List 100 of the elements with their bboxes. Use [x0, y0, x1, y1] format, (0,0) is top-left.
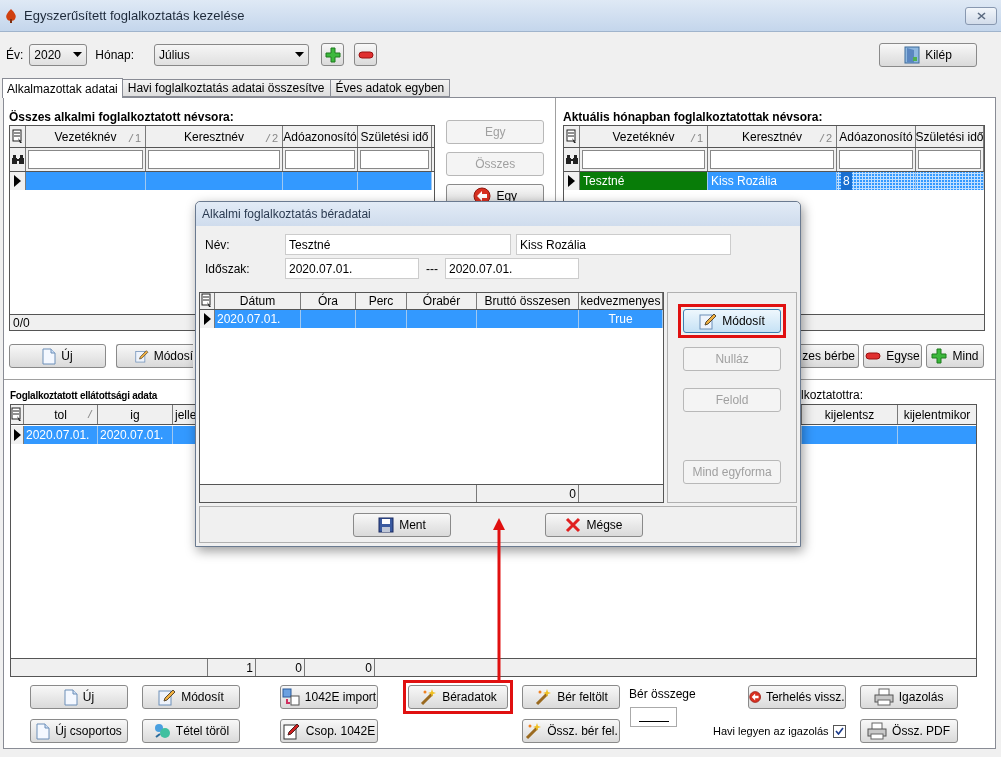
dropdown-caret-icon	[295, 52, 305, 57]
side-button[interactable]: Módosít	[683, 309, 782, 333]
column-header[interactable]: Óra	[301, 293, 356, 309]
section-heading: Összes alkalmi foglalkoztatott névsora:	[9, 109, 235, 125]
save-button[interactable]: Ment	[353, 512, 451, 537]
cancel-button[interactable]: Mégse	[545, 512, 643, 537]
amount-label: Bér összege	[629, 686, 697, 703]
filter-field[interactable]	[148, 150, 280, 169]
column-header[interactable]: Bruttó összesen	[477, 293, 579, 309]
row-pointer-icon	[13, 429, 21, 441]
section-heading: Aktuális hónapban foglalkoztatottak névsora:	[563, 109, 824, 125]
sort-index: 2	[271, 131, 278, 146]
magic-wand-icon	[524, 722, 543, 740]
year-dropdown[interactable]: 2020	[29, 43, 88, 66]
period-start-field[interactable]: 2020.07.01.	[285, 258, 419, 279]
remove-button[interactable]	[354, 43, 378, 66]
wage-data-button[interactable]: Béradatok	[408, 685, 508, 709]
import-button[interactable]: 1042E import	[280, 685, 378, 709]
cancel-x-icon	[565, 516, 582, 533]
column-header[interactable]: Adóazonosító	[837, 126, 916, 147]
plus-icon	[324, 46, 341, 63]
new-group-button[interactable]: Új csoportos	[30, 719, 128, 743]
app-icon	[4, 7, 18, 24]
new-button[interactable]: Új	[9, 344, 106, 368]
filter-field[interactable]	[285, 150, 355, 169]
period-end-field[interactable]: 2020.07.01.	[445, 258, 579, 279]
filter-field[interactable]	[710, 150, 834, 169]
printer-icon	[873, 688, 894, 706]
tab[interactable]: Éves adatok egyben	[329, 79, 451, 97]
reverse-button[interactable]: Terhelés vissz.	[747, 685, 846, 709]
column-chooser-icon[interactable]	[565, 128, 578, 145]
column-header[interactable]: Órabér	[407, 293, 477, 309]
period-label: Időszak:	[205, 260, 251, 278]
table-cell: 8	[837, 172, 916, 190]
dropdown-caret-icon	[73, 52, 83, 57]
checkbox-label: Havi legyen az igazolás	[713, 723, 829, 739]
total-cell: 1	[208, 659, 256, 676]
checkbox[interactable]	[832, 724, 846, 738]
column-header[interactable]: Születési idő	[916, 126, 984, 147]
sort-index: 1	[696, 131, 703, 146]
filter-field[interactable]	[839, 150, 913, 169]
column-header[interactable]: Perc	[356, 293, 407, 309]
month-dropdown[interactable]: Július	[154, 43, 310, 66]
section-heading: lkoztatottra:	[801, 387, 864, 404]
minus-icon	[865, 352, 882, 360]
exit-button[interactable]: Kilép	[879, 42, 977, 67]
filter-field[interactable]	[582, 150, 705, 169]
column-chooser-icon[interactable]	[201, 293, 213, 309]
tab[interactable]: Alkalmazottak adatai	[2, 78, 123, 98]
pencil-icon	[282, 722, 301, 740]
sort-index: 1	[134, 131, 141, 146]
column-chooser-icon[interactable]	[11, 128, 24, 145]
filter-field[interactable]	[918, 150, 981, 169]
delete-item-button[interactable]: Tétel töröl	[142, 719, 240, 743]
document-icon	[36, 722, 51, 740]
document-icon	[63, 688, 78, 706]
group-button[interactable]: Csop. 1042E	[280, 719, 378, 743]
column-header[interactable]: Születési idő	[358, 126, 432, 147]
column-header[interactable]: kijelentmikor	[897, 405, 976, 424]
row-pointer-icon	[14, 175, 21, 187]
total-cell: 0	[305, 659, 375, 676]
row-pointer-icon	[568, 175, 575, 187]
column-header[interactable]: Keresztnév 2	[146, 126, 283, 147]
tab[interactable]: Havi foglalkoztatás adatai összesítve	[121, 79, 331, 97]
add-button[interactable]	[321, 43, 345, 66]
amount-field[interactable]	[630, 707, 677, 727]
transfer-button[interactable]: zes bérbe	[801, 344, 859, 368]
column-header[interactable]: tol	[24, 405, 98, 424]
column-header[interactable]: Adóazonosító	[283, 126, 358, 147]
pdf-button[interactable]: Össz. PDF	[859, 719, 958, 743]
close-button[interactable]	[965, 6, 997, 25]
section-heading: Foglalkoztatott ellátottsági adata	[10, 388, 159, 403]
column-header[interactable]: kedvezmenyes	[579, 293, 663, 309]
record-counter: 0/0	[13, 314, 30, 332]
total-cell: 0	[477, 485, 579, 502]
year-label: Év:	[6, 46, 24, 64]
column-header[interactable]: Vezetéknév 1	[26, 126, 146, 147]
month-label: Hónap:	[95, 46, 135, 64]
column-header[interactable]: Vezetéknév 1	[580, 126, 708, 147]
certificate-button[interactable]: Igazolás	[859, 685, 958, 709]
add-all-button[interactable]: Mind	[926, 344, 984, 368]
column-header[interactable]: Keresztnév 2	[708, 126, 837, 147]
filter-field[interactable]	[360, 150, 429, 169]
magic-wand-icon	[419, 688, 438, 706]
table-cell: 2020.07.01.	[98, 426, 173, 444]
edit-button[interactable]: Módosí	[116, 344, 193, 368]
total-wage-button[interactable]: Össz. bér fel.	[522, 719, 620, 743]
pencil-icon	[699, 312, 718, 330]
filter-field[interactable]	[28, 150, 143, 169]
column-header[interactable]: ig	[98, 405, 173, 424]
column-header[interactable]: Dátum	[215, 293, 301, 309]
column-chooser-icon[interactable]	[11, 406, 23, 423]
plus-icon	[931, 348, 948, 364]
window-title: Egyszerűsített foglalkoztatás kezelése	[24, 6, 246, 25]
wage-upload-button[interactable]: Bér feltölt	[522, 685, 620, 709]
last-name-field[interactable]: Tesztné	[285, 234, 511, 255]
new-button[interactable]: Új	[30, 685, 128, 709]
first-name-field[interactable]: Kiss Rozália	[516, 234, 731, 255]
edit-button[interactable]: Módosít	[142, 685, 240, 709]
remove-all-button[interactable]: Egyse	[863, 344, 922, 368]
